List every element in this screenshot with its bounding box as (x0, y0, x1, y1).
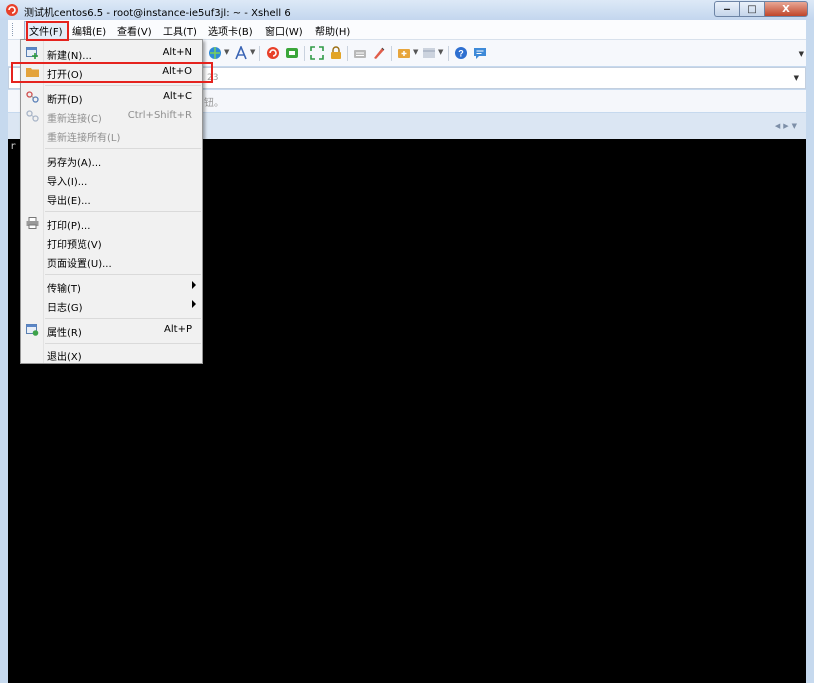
menu-item-shortcut: Alt+N (162, 47, 192, 58)
menu-item-label: 传输(T) (47, 284, 81, 295)
toolbar-separator (347, 46, 348, 61)
xshell-icon[interactable] (266, 46, 280, 60)
menu-tools[interactable]: 工具(T) (163, 23, 197, 38)
submenu-arrow-icon (192, 300, 196, 308)
menu-item-label: 导出(E)... (47, 196, 91, 207)
globe-dropdown-icon[interactable]: ▼ (224, 48, 229, 56)
menu-item-disconnect[interactable]: 断开(D) Alt+C (22, 88, 201, 106)
font-dropdown-icon[interactable]: ▼ (250, 48, 255, 56)
maximize-button[interactable]: □ (739, 1, 764, 17)
menu-item-import[interactable]: 导入(I)... (22, 170, 201, 188)
add-tab-dropdown-icon[interactable]: ▼ (413, 48, 418, 56)
globe-icon[interactable] (208, 46, 222, 60)
title-bar: 测试机centos6.5 - root@instance-ie5uf3jl: ~… (0, 0, 814, 20)
reconnect-icon (26, 110, 39, 122)
layout-dropdown-icon[interactable]: ▼ (438, 48, 443, 56)
menu-separator (45, 85, 201, 86)
menu-bar: 文件(F) 编辑(E) 查看(V) 工具(T) 选项卡(B) 窗口(W) 帮助(… (8, 20, 806, 40)
menu-item-label: 另存为(A)... (47, 158, 102, 169)
menu-item-label: 重新连接(C) (47, 114, 102, 125)
menu-item-transfer[interactable]: 传输(T) (22, 277, 201, 295)
submenu-arrow-icon (192, 281, 196, 289)
menu-view[interactable]: 查看(V) (117, 23, 152, 38)
highlight-box-open-item (11, 62, 213, 83)
menu-item-label: 导入(I)... (47, 177, 88, 188)
xshell-window: 测试机centos6.5 - root@instance-ie5uf3jl: ~… (0, 0, 814, 683)
add-tab-icon[interactable] (397, 46, 411, 60)
toolbar-separator (448, 46, 449, 61)
keyboard-icon[interactable] (353, 46, 367, 60)
window-left-border (0, 20, 8, 683)
menu-separator (45, 343, 201, 344)
window-right-border (806, 20, 814, 683)
menu-item-label: 打印(P)... (47, 221, 91, 232)
menu-item-log[interactable]: 日志(G) (22, 296, 201, 314)
toolbar-separator (391, 46, 392, 61)
lock-icon[interactable] (329, 46, 343, 60)
menu-item-reconnect-all[interactable]: 重新连接所有(L) (22, 126, 201, 144)
minimize-button[interactable]: ‒ (714, 1, 739, 17)
printer-icon (26, 217, 39, 229)
menu-item-label: 新建(N)... (47, 51, 92, 62)
new-session-icon (26, 47, 38, 59)
menu-item-exit[interactable]: 退出(X) (22, 345, 201, 363)
menu-tabs[interactable]: 选项卡(B) (208, 23, 253, 38)
menu-item-export[interactable]: 导出(E)... (22, 189, 201, 207)
menu-item-label: 退出(X) (47, 352, 82, 363)
menu-separator (45, 211, 201, 212)
menu-item-label: 打印预览(V) (47, 240, 102, 251)
menu-item-label: 页面设置(U)... (47, 259, 112, 270)
terminal-text: r (10, 141, 17, 152)
menu-item-print[interactable]: 打印(P)... (22, 214, 201, 232)
toolbar-separator (259, 46, 260, 61)
tab-scroll-icon[interactable]: ◀▶▼ (775, 122, 800, 130)
xshell-logo-icon (6, 4, 18, 16)
highlight-pen-icon[interactable] (372, 46, 386, 60)
menu-separator (45, 148, 201, 149)
menu-item-print-preview[interactable]: 打印预览(V) (22, 233, 201, 251)
window-title: 测试机centos6.5 - root@instance-ie5uf3jl: ~… (24, 8, 291, 19)
close-icon: X (782, 4, 790, 15)
toolbar-overflow-icon[interactable]: ▼ (799, 50, 804, 58)
menu-edit[interactable]: 编辑(E) (72, 23, 106, 38)
minimize-icon: ‒ (723, 4, 731, 15)
address-dropdown-icon[interactable]: ▼ (794, 74, 799, 82)
menu-item-label: 重新连接所有(L) (47, 133, 121, 144)
menubar-grip[interactable] (12, 23, 16, 36)
menu-separator (45, 318, 201, 319)
chat-icon[interactable] (473, 46, 487, 60)
menu-item-new[interactable]: 新建(N)... Alt+N (22, 44, 201, 62)
maximize-icon: □ (747, 4, 757, 15)
svg-text:?: ? (458, 49, 464, 59)
menu-separator (45, 274, 201, 275)
toolbar-separator (304, 46, 305, 61)
help-icon[interactable]: ? (454, 46, 468, 60)
menu-item-page-setup[interactable]: 页面设置(U)... (22, 252, 201, 270)
menu-item-properties[interactable]: 属性(R) Alt+P (22, 321, 201, 339)
close-button[interactable]: X (764, 1, 808, 17)
menu-help[interactable]: 帮助(H) (315, 23, 350, 38)
font-icon[interactable] (234, 46, 248, 60)
hint-text: 钮。 (204, 98, 224, 109)
file-menu-dropdown: 新建(N)... Alt+N 打开(O) Alt+O 断开(D) Alt+C 重… (20, 39, 203, 364)
disconnect-icon (26, 91, 39, 103)
menu-item-shortcut: Alt+P (164, 324, 192, 335)
menu-item-shortcut: Ctrl+Shift+R (127, 110, 192, 121)
menu-item-reconnect[interactable]: 重新连接(C) Ctrl+Shift+R (22, 107, 201, 125)
properties-icon (26, 324, 39, 336)
menu-item-label: 断开(D) (47, 95, 83, 106)
menu-window[interactable]: 窗口(W) (265, 23, 303, 38)
highlight-box-file-menu (26, 21, 69, 41)
menu-item-label: 日志(G) (47, 303, 83, 314)
menu-item-shortcut: Alt+C (163, 91, 192, 102)
xftp-icon[interactable] (285, 46, 299, 60)
menu-item-save-as[interactable]: 另存为(A)... (22, 151, 201, 169)
layout-icon[interactable] (422, 46, 436, 60)
fullscreen-icon[interactable] (310, 46, 324, 60)
window-controls: ‒ □ X (714, 1, 808, 17)
menu-item-label: 属性(R) (47, 328, 82, 339)
